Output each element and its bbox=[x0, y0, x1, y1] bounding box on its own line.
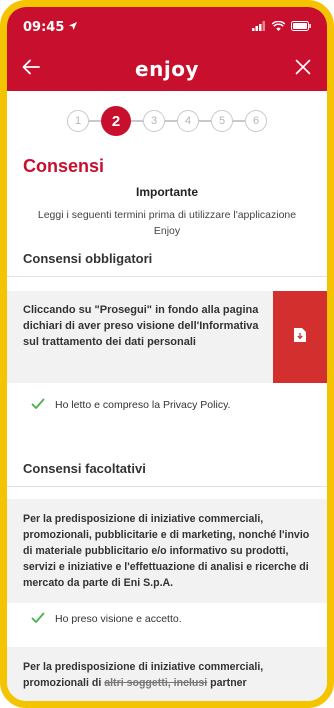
marketing-consent-checkbox-row[interactable]: Ho preso visione e accetto. bbox=[7, 603, 327, 635]
third-party-text-end: partner bbox=[207, 677, 247, 689]
step-3: 3 bbox=[143, 110, 165, 132]
status-time: 09:45 bbox=[23, 19, 65, 35]
privacy-policy-checkbox-row[interactable]: Ho letto e compreso la Privacy Policy. bbox=[7, 389, 327, 421]
marketing-consent-checkbox-label: Ho preso visione e accetto. bbox=[55, 613, 182, 625]
mandatory-consents-title: Consensi obbligatori bbox=[23, 251, 153, 266]
step-connector bbox=[131, 120, 143, 122]
checkmark-icon[interactable] bbox=[31, 398, 45, 413]
enjoy-logo: enjoy bbox=[135, 57, 199, 81]
optional-consents-title: Consensi facoltativi bbox=[23, 461, 146, 476]
nav-bar: enjoy bbox=[7, 47, 327, 91]
privacy-info-card: Cliccando su "Prosegui" in fondo alla pa… bbox=[7, 291, 327, 383]
page-title: Consensi bbox=[23, 156, 105, 176]
status-icons bbox=[252, 18, 311, 36]
step-connector bbox=[165, 120, 177, 122]
location-arrow-icon bbox=[68, 20, 78, 35]
step-6: 6 bbox=[245, 110, 267, 132]
third-party-consent-text: Per la predisposizione di iniziative com… bbox=[7, 647, 327, 701]
open-privacy-document-button[interactable] bbox=[273, 291, 327, 383]
important-heading: Importante bbox=[135, 185, 198, 199]
status-bar: 09:45 bbox=[7, 7, 327, 47]
wifi-icon bbox=[271, 18, 286, 36]
third-party-text-line1: Per la predisposizione di iniziative com… bbox=[23, 661, 264, 673]
step-connector bbox=[199, 120, 211, 122]
step-connector bbox=[233, 120, 245, 122]
intro-text: Leggi i seguenti termini prima di utiliz… bbox=[37, 209, 297, 237]
step-2-active: 2 bbox=[101, 106, 131, 136]
status-time-group: 09:45 bbox=[23, 20, 78, 35]
section-divider bbox=[7, 276, 327, 277]
third-party-text-struck: altri soggetti, inclusi bbox=[104, 677, 208, 689]
phone-frame: 09:45 enjoy 1 2 3 4 5 6 Consensi Importa… bbox=[0, 0, 334, 708]
section-divider bbox=[7, 486, 327, 487]
back-button[interactable] bbox=[17, 55, 45, 83]
step-5: 5 bbox=[211, 110, 233, 132]
battery-icon bbox=[291, 18, 311, 36]
close-button[interactable] bbox=[289, 55, 317, 83]
checkmark-icon[interactable] bbox=[31, 612, 45, 627]
screen: 09:45 enjoy 1 2 3 4 5 6 Consensi Importa… bbox=[7, 7, 327, 701]
third-party-text-start: promozionali di bbox=[23, 677, 105, 689]
signal-icon bbox=[252, 18, 266, 36]
step-connector bbox=[89, 120, 101, 122]
privacy-info-text: Cliccando su "Prosegui" in fondo alla pa… bbox=[23, 304, 259, 348]
arrow-left-icon bbox=[22, 59, 40, 80]
close-icon bbox=[295, 59, 311, 80]
progress-stepper: 1 2 3 4 5 6 bbox=[7, 91, 327, 151]
document-download-icon bbox=[293, 327, 307, 348]
marketing-consent-text: Per la predisposizione di iniziative com… bbox=[7, 499, 327, 603]
privacy-policy-checkbox-label: Ho letto e compreso la Privacy Policy. bbox=[55, 399, 231, 411]
step-1: 1 bbox=[67, 110, 89, 132]
step-4: 4 bbox=[177, 110, 199, 132]
